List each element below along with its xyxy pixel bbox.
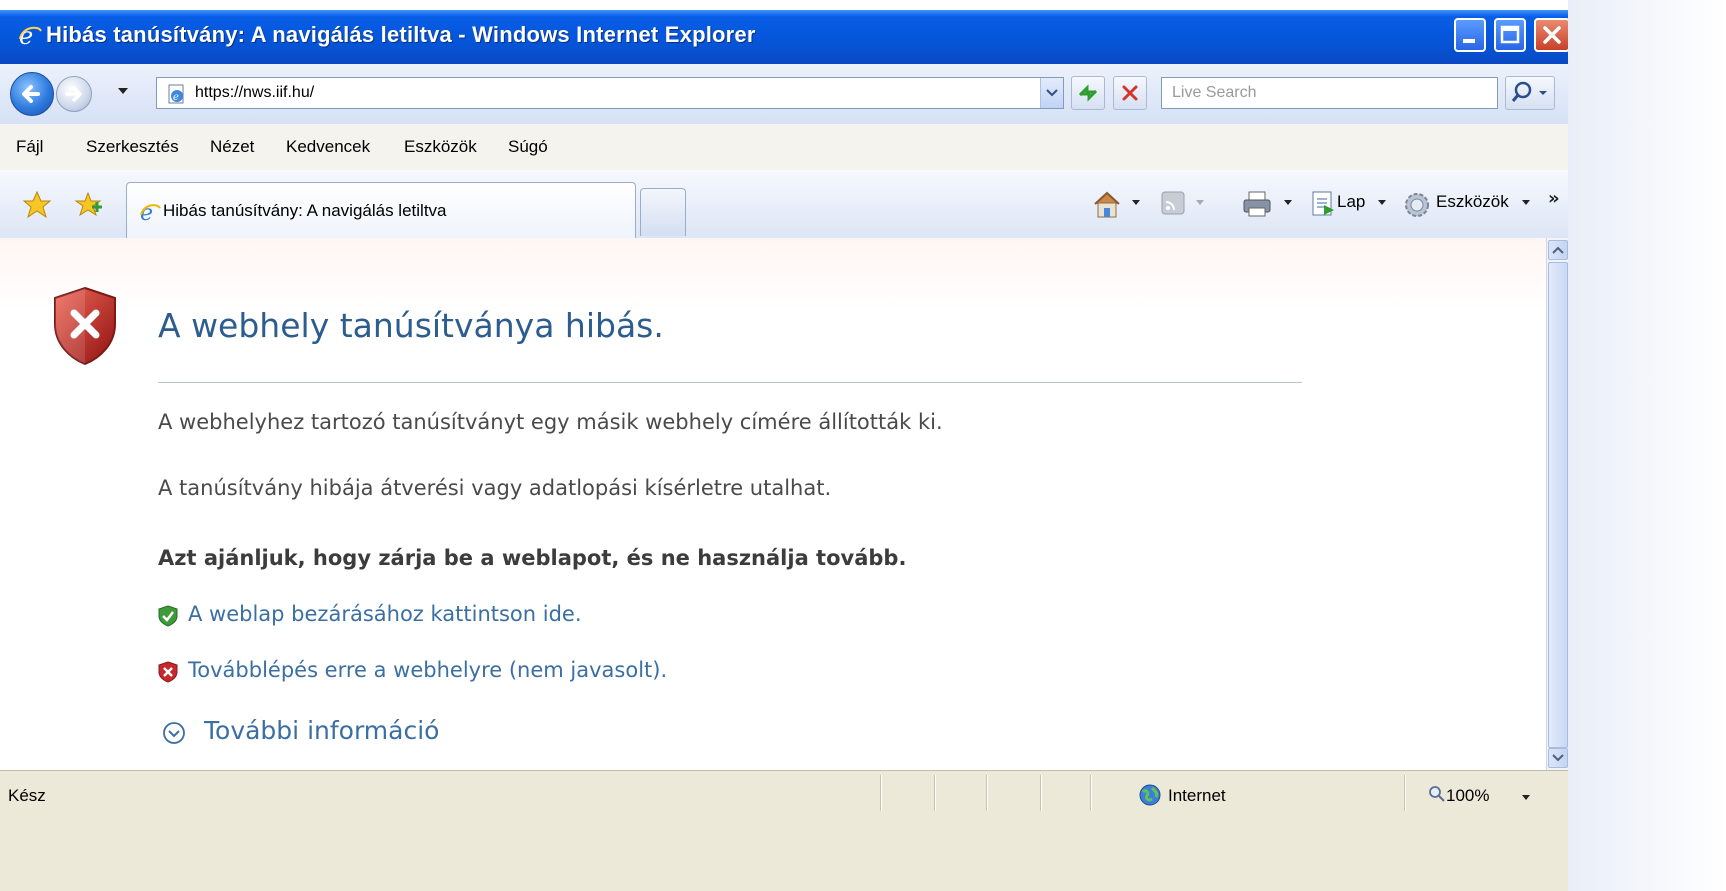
status-divider (1090, 775, 1092, 811)
print-dropdown[interactable] (1284, 200, 1292, 205)
home-icon[interactable] (1092, 190, 1124, 220)
stop-icon (1122, 85, 1138, 101)
page-menu-label[interactable]: Lap (1337, 192, 1365, 212)
desktop-background-top (0, 0, 1568, 6)
menu-edit[interactable]: Szerkesztés (86, 137, 179, 157)
favorites-star-icon[interactable] (22, 190, 52, 220)
error-shield-icon (54, 286, 116, 366)
forward-button[interactable] (56, 76, 92, 112)
home-dropdown[interactable] (1132, 200, 1140, 205)
chevron-down-icon (1046, 89, 1058, 97)
security-zone-label[interactable]: Internet (1168, 786, 1226, 806)
window-title: Hibás tanúsítvány: A navigálás letiltva … (46, 22, 756, 47)
maximize-button[interactable] (1494, 18, 1526, 52)
recommendation-text: Azt ajánljuk, hogy zárja be a weblapot, … (158, 546, 907, 570)
status-bar: Kész Internet 100% (0, 770, 1568, 891)
menu-bar: Fájl Szerkesztés Nézet Kedvencek Eszközö… (0, 124, 1568, 171)
feeds-icon[interactable] (1160, 190, 1186, 216)
page-menu-icon[interactable] (1310, 190, 1336, 218)
search-input[interactable]: Live Search (1161, 77, 1498, 109)
continue-to-site-link[interactable]: Továbblépés erre a webhelyre (nem javaso… (188, 658, 667, 682)
vertical-scrollbar[interactable] (1546, 238, 1568, 770)
zoom-icon (1429, 786, 1445, 802)
url-text: https://nws.iif.hu/ (195, 84, 315, 101)
address-toolbar: e https://nws.iif.hu/ Live Search (0, 64, 1568, 124)
close-page-link[interactable]: A weblap bezárásához kattintson ide. (188, 602, 582, 626)
scroll-up-button[interactable] (1548, 240, 1568, 260)
title-divider (158, 382, 1302, 383)
menu-tools[interactable]: Eszközök (404, 137, 477, 157)
ie-logo-icon: e (18, 22, 42, 50)
status-divider (934, 775, 936, 811)
zoom-dropdown[interactable] (1522, 795, 1530, 800)
svg-text:e: e (173, 92, 179, 103)
globe-icon (1139, 784, 1161, 806)
menu-file[interactable]: Fájl (16, 137, 43, 157)
tab-bar: e Hibás tanúsítvány: A navigálás letiltv… (0, 170, 1568, 240)
desktop-background (1568, 0, 1726, 891)
page-dropdown[interactable] (1378, 200, 1386, 205)
paragraph-phishing-warning: A tanúsítvány hibája átverési vagy adatl… (158, 476, 832, 500)
status-divider (1040, 775, 1042, 811)
tab-label: Hibás tanúsítvány: A navigálás letiltva (163, 201, 447, 220)
page-title: A webhely tanúsítványa hibás. (158, 306, 664, 345)
chevron-up-icon (1552, 246, 1564, 254)
status-divider (880, 775, 882, 811)
scroll-thumb[interactable] (1548, 262, 1568, 748)
tools-dropdown[interactable] (1522, 200, 1530, 205)
menu-favorites[interactable]: Kedvencek (286, 137, 370, 157)
ie-logo-icon: e (140, 201, 161, 223)
status-divider (1404, 775, 1406, 811)
tools-menu-label[interactable]: Eszközök (1436, 192, 1509, 212)
address-field[interactable]: e https://nws.iif.hu/ (156, 77, 1064, 109)
status-text: Kész (8, 786, 46, 805)
recent-pages-dropdown[interactable] (118, 88, 128, 96)
address-dropdown-button[interactable] (1040, 78, 1063, 108)
back-button[interactable] (10, 72, 54, 116)
feeds-dropdown[interactable] (1196, 200, 1204, 205)
status-divider (986, 775, 988, 811)
refresh-icon (1078, 84, 1098, 102)
menu-help[interactable]: Súgó (508, 137, 548, 157)
more-info-link[interactable]: További információ (204, 716, 439, 745)
scroll-down-button[interactable] (1548, 748, 1568, 768)
refresh-button[interactable] (1071, 76, 1105, 110)
red-shield-icon (158, 661, 178, 683)
green-shield-icon (158, 605, 178, 627)
toolbar-overflow-button[interactable]: » (1548, 188, 1560, 209)
close-window-button[interactable] (1534, 18, 1568, 52)
search-icon (1511, 81, 1547, 102)
menu-view[interactable]: Nézet (210, 137, 254, 157)
browser-window: e Hibás tanúsítvány: A navigálás letiltv… (0, 10, 1568, 891)
minimize-button[interactable] (1454, 18, 1486, 52)
back-arrow-icon (22, 85, 40, 103)
search-button[interactable] (1505, 76, 1555, 110)
zoom-level[interactable]: 100% (1446, 786, 1489, 806)
forward-arrow-icon (65, 86, 82, 102)
stop-button[interactable] (1113, 76, 1147, 110)
tab-active[interactable]: e Hibás tanúsítvány: A navigálás letiltv… (126, 182, 636, 240)
title-bar[interactable]: e Hibás tanúsítvány: A navigálás letiltv… (0, 10, 1568, 64)
expand-circle-icon (163, 722, 185, 744)
tools-gear-icon[interactable] (1402, 190, 1432, 220)
chevron-down-icon (1552, 754, 1564, 762)
print-icon[interactable] (1242, 190, 1272, 218)
paragraph-certificate-mismatch: A webhelyhez tartozó tanúsítványt egy má… (158, 410, 943, 434)
page-content: A webhely tanúsítványa hibás. A webhelyh… (0, 238, 1546, 770)
page-icon: e (168, 84, 184, 104)
new-tab-button[interactable] (640, 188, 686, 236)
add-favorites-icon[interactable] (74, 190, 104, 220)
search-placeholder: Live Search (1172, 84, 1257, 101)
